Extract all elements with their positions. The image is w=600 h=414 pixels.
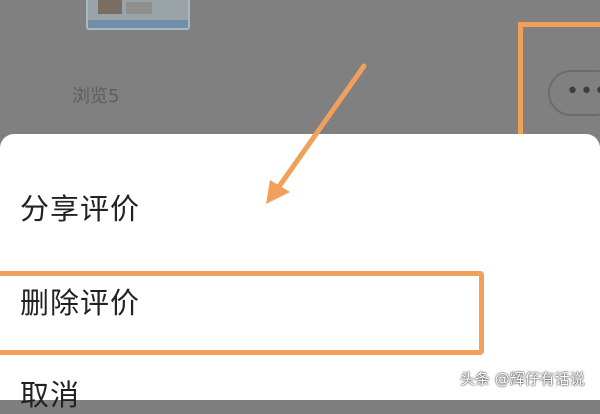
pointer-arrow-icon — [266, 63, 367, 204]
watermark-text: 头条 @辉仔有话说 — [460, 370, 585, 388]
